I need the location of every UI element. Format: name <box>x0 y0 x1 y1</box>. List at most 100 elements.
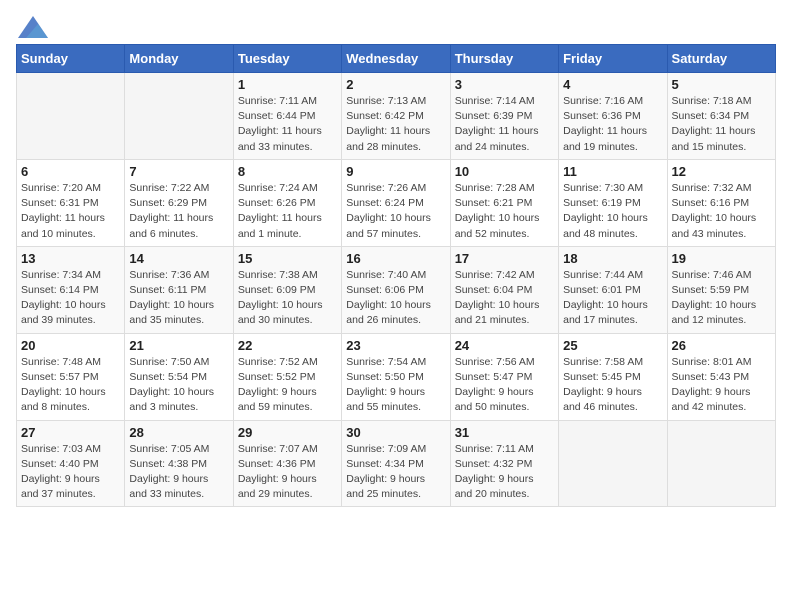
day-detail: Sunrise: 7:05 AM Sunset: 4:38 PM Dayligh… <box>129 442 228 503</box>
day-detail: Sunrise: 7:11 AM Sunset: 6:44 PM Dayligh… <box>238 94 337 155</box>
week-row-5: 27 Sunrise: 7:03 AM Sunset: 4:40 PM Dayli… <box>17 420 776 507</box>
day-detail: Sunrise: 7:56 AM Sunset: 5:47 PM Dayligh… <box>455 355 554 416</box>
calendar-table: SundayMondayTuesdayWednesdayThursdayFrid… <box>16 44 776 507</box>
day-detail: Sunrise: 7:03 AM Sunset: 4:40 PM Dayligh… <box>21 442 120 503</box>
day-number: 5 <box>672 77 771 92</box>
week-row-2: 6 Sunrise: 7:20 AM Sunset: 6:31 PM Daylig… <box>17 159 776 246</box>
calendar-cell: 25 Sunrise: 7:58 AM Sunset: 5:45 PM Dayli… <box>559 333 667 420</box>
calendar-cell: 8 Sunrise: 7:24 AM Sunset: 6:26 PM Daylig… <box>233 159 341 246</box>
day-number: 15 <box>238 251 337 266</box>
day-number: 14 <box>129 251 228 266</box>
calendar-cell: 6 Sunrise: 7:20 AM Sunset: 6:31 PM Daylig… <box>17 159 125 246</box>
day-number: 21 <box>129 338 228 353</box>
week-row-1: 1 Sunrise: 7:11 AM Sunset: 6:44 PM Daylig… <box>17 73 776 160</box>
calendar-cell: 28 Sunrise: 7:05 AM Sunset: 4:38 PM Dayli… <box>125 420 233 507</box>
day-detail: Sunrise: 7:44 AM Sunset: 6:01 PM Dayligh… <box>563 268 662 329</box>
day-detail: Sunrise: 7:30 AM Sunset: 6:19 PM Dayligh… <box>563 181 662 242</box>
day-number: 2 <box>346 77 445 92</box>
day-number: 27 <box>21 425 120 440</box>
calendar-cell: 14Sunrise: 7:36 AM Sunset: 6:11 PM Dayli… <box>125 246 233 333</box>
day-detail: Sunrise: 7:14 AM Sunset: 6:39 PM Dayligh… <box>455 94 554 155</box>
calendar-cell: 26 Sunrise: 8:01 AM Sunset: 5:43 PM Dayli… <box>667 333 775 420</box>
day-detail: Sunrise: 7:18 AM Sunset: 6:34 PM Dayligh… <box>672 94 771 155</box>
day-number: 23 <box>346 338 445 353</box>
day-number: 8 <box>238 164 337 179</box>
calendar-cell: 4 Sunrise: 7:16 AM Sunset: 6:36 PM Daylig… <box>559 73 667 160</box>
day-number: 4 <box>563 77 662 92</box>
day-detail: Sunrise: 7:11 AM Sunset: 4:32 PM Dayligh… <box>455 442 554 503</box>
calendar-cell: 27 Sunrise: 7:03 AM Sunset: 4:40 PM Dayli… <box>17 420 125 507</box>
col-header-wednesday: Wednesday <box>342 45 450 73</box>
calendar-cell: 20Sunrise: 7:48 AM Sunset: 5:57 PM Dayli… <box>17 333 125 420</box>
day-detail: Sunrise: 7:58 AM Sunset: 5:45 PM Dayligh… <box>563 355 662 416</box>
calendar-cell: 2Sunrise: 7:13 AM Sunset: 6:42 PM Daylig… <box>342 73 450 160</box>
day-number: 29 <box>238 425 337 440</box>
day-number: 13 <box>21 251 120 266</box>
day-detail: Sunrise: 7:46 AM Sunset: 5:59 PM Dayligh… <box>672 268 771 329</box>
day-number: 16 <box>346 251 445 266</box>
day-number: 6 <box>21 164 120 179</box>
calendar-cell: 29 Sunrise: 7:07 AM Sunset: 4:36 PM Dayli… <box>233 420 341 507</box>
calendar-cell: 18 Sunrise: 7:44 AM Sunset: 6:01 PM Dayli… <box>559 246 667 333</box>
calendar-cell: 5 Sunrise: 7:18 AM Sunset: 6:34 PM Daylig… <box>667 73 775 160</box>
day-detail: Sunrise: 7:26 AM Sunset: 6:24 PM Dayligh… <box>346 181 445 242</box>
col-header-sunday: Sunday <box>17 45 125 73</box>
calendar-cell: 21Sunrise: 7:50 AM Sunset: 5:54 PM Dayli… <box>125 333 233 420</box>
day-detail: Sunrise: 7:40 AM Sunset: 6:06 PM Dayligh… <box>346 268 445 329</box>
calendar-cell: 31 Sunrise: 7:11 AM Sunset: 4:32 PM Dayli… <box>450 420 558 507</box>
day-detail: Sunrise: 7:09 AM Sunset: 4:34 PM Dayligh… <box>346 442 445 503</box>
day-number: 1 <box>238 77 337 92</box>
calendar-cell: 1 Sunrise: 7:11 AM Sunset: 6:44 PM Daylig… <box>233 73 341 160</box>
day-number: 31 <box>455 425 554 440</box>
day-number: 28 <box>129 425 228 440</box>
day-number: 9 <box>346 164 445 179</box>
logo-icon <box>18 16 48 38</box>
calendar-cell <box>667 420 775 507</box>
col-header-friday: Friday <box>559 45 667 73</box>
day-detail: Sunrise: 7:34 AM Sunset: 6:14 PM Dayligh… <box>21 268 120 329</box>
day-detail: Sunrise: 7:32 AM Sunset: 6:16 PM Dayligh… <box>672 181 771 242</box>
day-detail: Sunrise: 7:20 AM Sunset: 6:31 PM Dayligh… <box>21 181 120 242</box>
day-detail: Sunrise: 7:22 AM Sunset: 6:29 PM Dayligh… <box>129 181 228 242</box>
day-number: 26 <box>672 338 771 353</box>
day-detail: Sunrise: 7:54 AM Sunset: 5:50 PM Dayligh… <box>346 355 445 416</box>
day-number: 10 <box>455 164 554 179</box>
day-detail: Sunrise: 7:28 AM Sunset: 6:21 PM Dayligh… <box>455 181 554 242</box>
calendar-cell: 22Sunrise: 7:52 AM Sunset: 5:52 PM Dayli… <box>233 333 341 420</box>
page-header <box>16 16 776 32</box>
calendar-cell: 12 Sunrise: 7:32 AM Sunset: 6:16 PM Dayli… <box>667 159 775 246</box>
calendar-cell <box>17 73 125 160</box>
day-number: 18 <box>563 251 662 266</box>
day-number: 11 <box>563 164 662 179</box>
calendar-cell: 24 Sunrise: 7:56 AM Sunset: 5:47 PM Dayli… <box>450 333 558 420</box>
day-detail: Sunrise: 7:48 AM Sunset: 5:57 PM Dayligh… <box>21 355 120 416</box>
logo <box>16 16 48 32</box>
calendar-cell <box>125 73 233 160</box>
day-number: 7 <box>129 164 228 179</box>
week-row-4: 20Sunrise: 7:48 AM Sunset: 5:57 PM Dayli… <box>17 333 776 420</box>
day-number: 19 <box>672 251 771 266</box>
day-detail: Sunrise: 7:07 AM Sunset: 4:36 PM Dayligh… <box>238 442 337 503</box>
calendar-cell: 15 Sunrise: 7:38 AM Sunset: 6:09 PM Dayli… <box>233 246 341 333</box>
day-detail: Sunrise: 7:24 AM Sunset: 6:26 PM Dayligh… <box>238 181 337 242</box>
calendar-cell: 9 Sunrise: 7:26 AM Sunset: 6:24 PM Daylig… <box>342 159 450 246</box>
day-detail: Sunrise: 7:38 AM Sunset: 6:09 PM Dayligh… <box>238 268 337 329</box>
col-header-saturday: Saturday <box>667 45 775 73</box>
week-row-3: 13 Sunrise: 7:34 AM Sunset: 6:14 PM Dayli… <box>17 246 776 333</box>
day-detail: Sunrise: 7:42 AM Sunset: 6:04 PM Dayligh… <box>455 268 554 329</box>
day-number: 30 <box>346 425 445 440</box>
calendar-cell: 17Sunrise: 7:42 AM Sunset: 6:04 PM Dayli… <box>450 246 558 333</box>
day-detail: Sunrise: 8:01 AM Sunset: 5:43 PM Dayligh… <box>672 355 771 416</box>
day-number: 25 <box>563 338 662 353</box>
calendar-cell: 7 Sunrise: 7:22 AM Sunset: 6:29 PM Daylig… <box>125 159 233 246</box>
calendar-cell: 19 Sunrise: 7:46 AM Sunset: 5:59 PM Dayli… <box>667 246 775 333</box>
calendar-cell: 16 Sunrise: 7:40 AM Sunset: 6:06 PM Dayli… <box>342 246 450 333</box>
calendar-cell: 13 Sunrise: 7:34 AM Sunset: 6:14 PM Dayli… <box>17 246 125 333</box>
day-detail: Sunrise: 7:16 AM Sunset: 6:36 PM Dayligh… <box>563 94 662 155</box>
col-header-thursday: Thursday <box>450 45 558 73</box>
day-number: 24 <box>455 338 554 353</box>
day-number: 12 <box>672 164 771 179</box>
col-header-monday: Monday <box>125 45 233 73</box>
calendar-cell <box>559 420 667 507</box>
day-number: 22 <box>238 338 337 353</box>
